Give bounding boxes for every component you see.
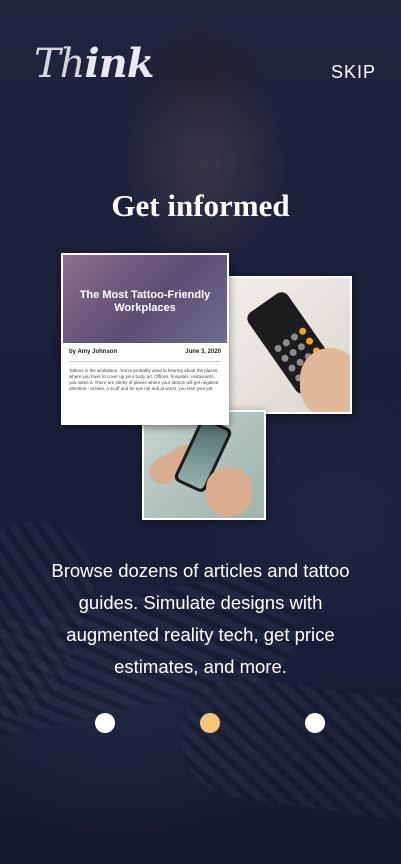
page-title: Get informed bbox=[111, 188, 290, 223]
article-hero-image: The Most Tattoo-Friendly Workplaces bbox=[63, 255, 227, 343]
page-dot-2-active[interactable] bbox=[200, 713, 220, 733]
background-tattoo-arm bbox=[173, 669, 401, 831]
hand-image bbox=[206, 468, 252, 516]
phone-photo-card bbox=[142, 410, 266, 520]
logo-text-thin: Th bbox=[34, 41, 85, 87]
article-title: The Most Tattoo-Friendly Workplaces bbox=[79, 289, 211, 314]
page-dot-1[interactable] bbox=[95, 713, 115, 733]
onboarding-screen: Think SKIP Get informed The Most Tattoo-… bbox=[0, 0, 401, 864]
app-logo: Think bbox=[34, 40, 154, 87]
calculator-photo-card bbox=[226, 276, 352, 414]
page-dot-3[interactable] bbox=[305, 713, 325, 733]
hand-image bbox=[300, 348, 350, 412]
article-body: Tattoos in the workplace. You're probabl… bbox=[69, 368, 219, 391]
article-meta: by Amy Johnson June 3, 2020 bbox=[63, 343, 227, 355]
article-date: June 3, 2020 bbox=[185, 349, 221, 355]
logo-text-bold: ink bbox=[84, 40, 154, 87]
skip-button[interactable]: SKIP bbox=[331, 62, 376, 83]
article-preview-card: The Most Tattoo-Friendly Workplaces by A… bbox=[61, 253, 229, 425]
article-author: by Amy Johnson bbox=[69, 349, 118, 355]
onboarding-description: Browse dozens of articles and tattoo gui… bbox=[51, 560, 350, 677]
divider bbox=[69, 361, 221, 362]
